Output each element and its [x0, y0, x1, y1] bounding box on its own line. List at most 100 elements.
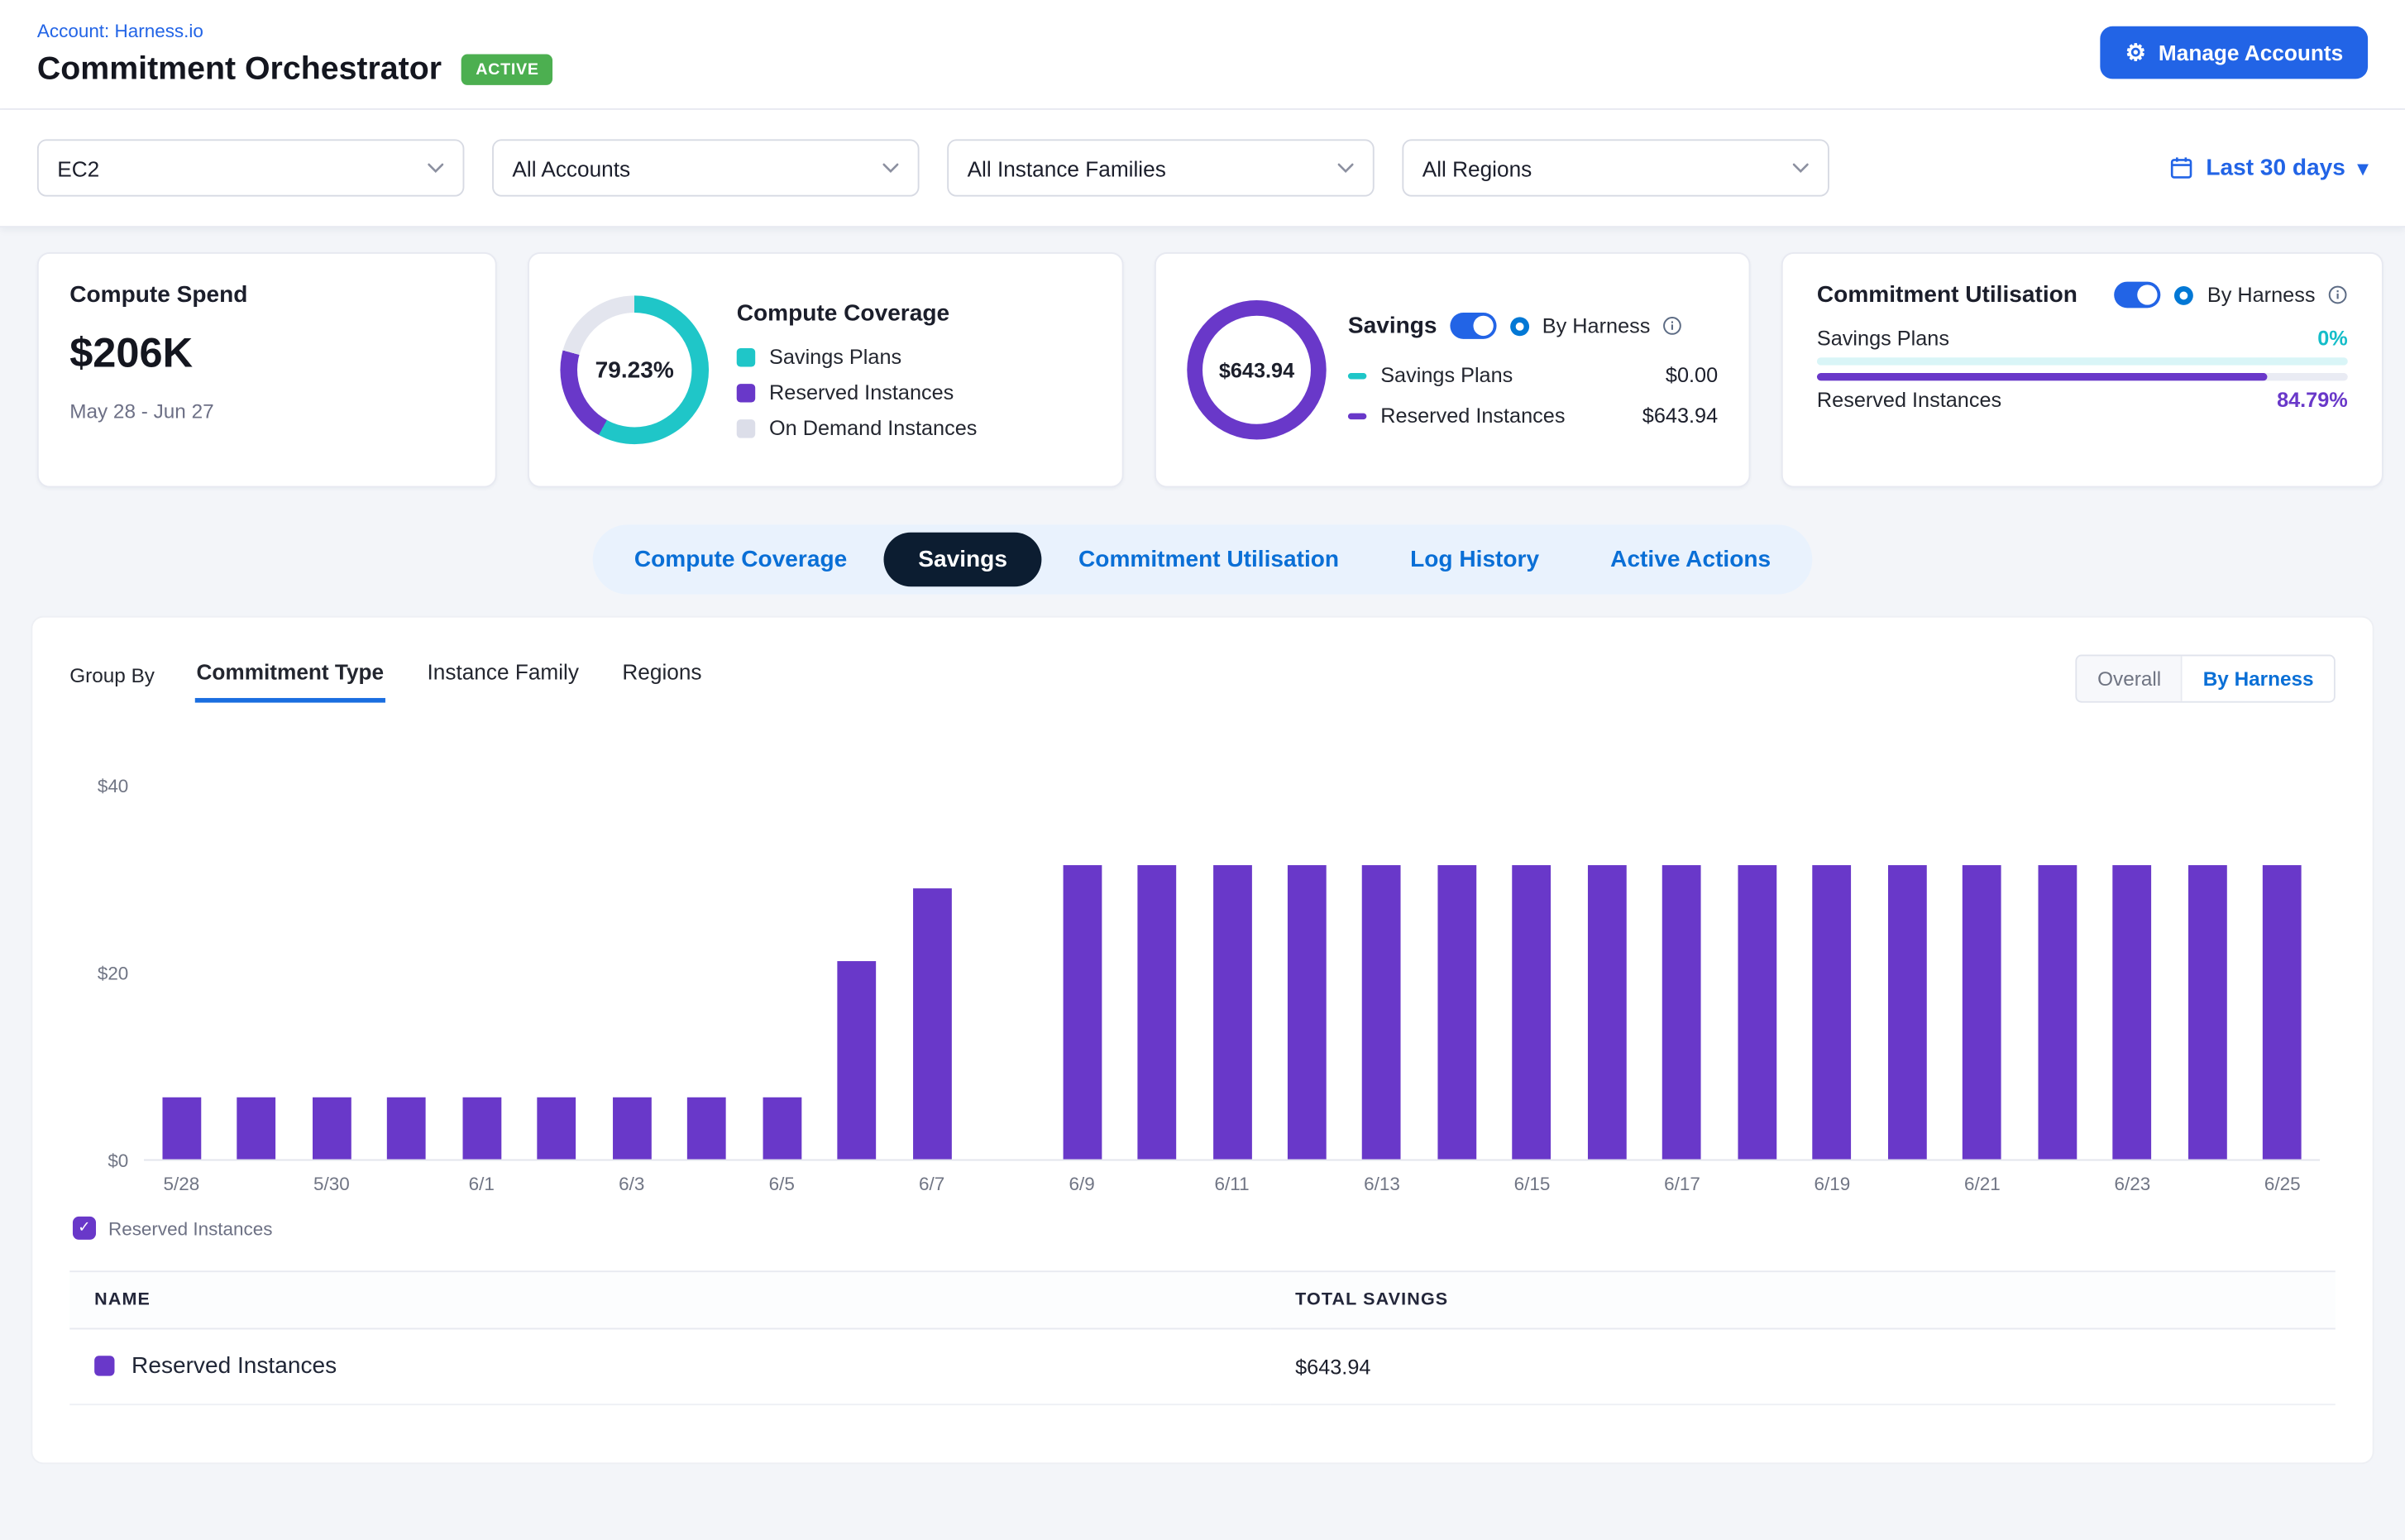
by-harness-label: By Harness: [1542, 314, 1651, 337]
chevron-down-icon: [882, 162, 900, 173]
row-name: Reserved Instances: [131, 1353, 337, 1380]
service-select-value: EC2: [57, 155, 99, 180]
bar-5-28[interactable]: [162, 1098, 201, 1160]
bar-5-31[interactable]: [387, 1098, 426, 1160]
table-row[interactable]: Reserved Instances $643.94: [69, 1329, 2336, 1405]
bar-6-16[interactable]: [1588, 865, 1627, 1160]
compute-spend-title: Compute Spend: [69, 282, 464, 308]
bar-6-5[interactable]: [763, 1098, 801, 1160]
bar-6-22[interactable]: [2038, 865, 2077, 1160]
bar-6-17[interactable]: [1663, 865, 1702, 1160]
bar-6-13[interactable]: [1363, 865, 1402, 1160]
instance-families-select[interactable]: All Instance Families: [947, 139, 1374, 196]
regions-select[interactable]: All Regions: [1402, 139, 1829, 196]
utilisation-value: 0%: [2317, 327, 2348, 350]
utilisation-progress-track: [1817, 373, 2348, 380]
bar-6-18[interactable]: [1738, 865, 1776, 1160]
tab-compute-coverage[interactable]: Compute Coverage: [600, 533, 882, 586]
info-icon[interactable]: [2327, 285, 2347, 304]
bar-slot: 6/19: [1795, 787, 1870, 1160]
view-toggle-by-harness[interactable]: By Harness: [2182, 656, 2334, 701]
by-harness-label: By Harness: [2207, 283, 2316, 306]
bar-6-7[interactable]: [912, 888, 951, 1159]
date-range-picker[interactable]: Last 30 days ▾: [2170, 155, 2368, 181]
group-tab-commitment-type[interactable]: Commitment Type: [195, 656, 385, 702]
tab-savings[interactable]: Savings: [884, 533, 1041, 586]
bar-6-19[interactable]: [1813, 865, 1852, 1160]
tab-log-history[interactable]: Log History: [1376, 533, 1573, 586]
compute-spend-period: May 28 - Jun 27: [69, 399, 464, 423]
savings-table-head: NAME TOTAL SAVINGS: [69, 1271, 2336, 1328]
bar-slot: [2170, 787, 2245, 1160]
column-header-name[interactable]: NAME: [69, 1271, 1270, 1328]
savings-row-left: Reserved Instances: [1348, 404, 1566, 427]
savings-row-label: Savings Plans: [1380, 364, 1513, 387]
title-row: Commitment Orchestrator ACTIVE: [37, 51, 553, 88]
bar-6-2[interactable]: [538, 1098, 576, 1160]
table-cell-total-savings: $643.94: [1270, 1329, 2336, 1405]
savings-row-left: Savings Plans: [1348, 364, 1513, 387]
bar-slot: [1870, 787, 1945, 1160]
bar-slot: [2020, 787, 2095, 1160]
bar-6-12[interactable]: [1288, 865, 1327, 1160]
savings-by-harness-toggle[interactable]: [1450, 313, 1496, 339]
y-axis-label: $0: [108, 1150, 128, 1171]
column-header-total-savings[interactable]: TOTAL SAVINGS: [1270, 1271, 2336, 1328]
utilisation-value: 84.79%: [2277, 389, 2348, 412]
tab-active-actions[interactable]: Active Actions: [1576, 533, 1805, 586]
view-toggle-overall[interactable]: Overall: [2077, 656, 2182, 701]
savings-breakdown: Savings Plans$0.00Reserved Instances$643…: [1348, 364, 1718, 428]
chevron-down-icon: [427, 162, 444, 173]
bar-slot: [1419, 787, 1494, 1160]
bar-5-30[interactable]: [312, 1098, 351, 1160]
group-tab-regions[interactable]: Regions: [621, 656, 704, 702]
bar-6-6[interactable]: [838, 961, 877, 1160]
manage-accounts-button[interactable]: ⚙ Manage Accounts: [2101, 26, 2368, 79]
utilisation-label-row: Reserved Instances84.79%: [1817, 389, 2348, 412]
bar-slot: 6/11: [1194, 787, 1269, 1160]
bar-6-20[interactable]: [1888, 865, 1927, 1160]
savings-donut-hole: $643.94: [1202, 316, 1311, 424]
account-breadcrumb-link[interactable]: Account: Harness.io: [37, 20, 203, 41]
chart-y-axis: $0$20$40: [69, 787, 144, 1161]
bar-6-10[interactable]: [1137, 865, 1176, 1160]
bar-6-11[interactable]: [1212, 865, 1251, 1160]
group-tab-instance-family[interactable]: Instance Family: [426, 656, 581, 702]
bar-slot: 6/15: [1494, 787, 1570, 1160]
accounts-select[interactable]: All Accounts: [492, 139, 919, 196]
y-axis-label: $20: [98, 963, 128, 984]
chart-legend-item[interactable]: ✓ Reserved Instances: [73, 1217, 273, 1240]
bar-6-14[interactable]: [1437, 865, 1476, 1160]
legend-swatch: [1348, 372, 1366, 378]
date-range-value: Last 30 days: [2206, 155, 2345, 181]
chart-legend-label: Reserved Instances: [108, 1217, 272, 1239]
bar-slot: 6/25: [2245, 787, 2320, 1160]
service-select[interactable]: EC2: [37, 139, 464, 196]
bar-slot: [1719, 787, 1795, 1160]
legend-checkbox[interactable]: ✓: [73, 1217, 96, 1240]
bar-6-1[interactable]: [462, 1098, 501, 1160]
utilisation-title: Commitment Utilisation: [1817, 282, 2077, 308]
bar-6-25[interactable]: [2263, 865, 2302, 1160]
info-icon[interactable]: [1662, 316, 1682, 336]
bar-6-9[interactable]: [1063, 865, 1102, 1160]
bar-slot: 6/5: [744, 787, 820, 1160]
harness-logo-icon: [2173, 284, 2195, 305]
bar-6-3[interactable]: [612, 1098, 651, 1160]
section-tab-bar: Compute CoverageSavingsCommitment Utilis…: [0, 524, 2405, 594]
bar-6-15[interactable]: [1513, 865, 1552, 1160]
bar-5-29[interactable]: [237, 1098, 276, 1160]
utilisation-by-harness-toggle[interactable]: [2115, 282, 2161, 308]
bar-6-23[interactable]: [2113, 865, 2152, 1160]
legend-label: Reserved Instances: [769, 380, 954, 404]
bar-slot: [1269, 787, 1345, 1160]
utilisation-label: Savings Plans: [1817, 327, 1949, 350]
savings-table-body: Reserved Instances $643.94: [69, 1329, 2336, 1405]
savings-card: $643.94 Savings By Harness Savings Plans…: [1155, 252, 1750, 487]
tab-commitment-utilisation[interactable]: Commitment Utilisation: [1045, 533, 1373, 586]
bar-6-21[interactable]: [1963, 865, 2001, 1160]
bar-6-24[interactable]: [2188, 865, 2227, 1160]
chevron-down-icon: [1792, 162, 1810, 173]
bar-6-4[interactable]: [687, 1098, 726, 1160]
group-by-row: Group By Commitment TypeInstance FamilyR…: [69, 655, 2336, 703]
